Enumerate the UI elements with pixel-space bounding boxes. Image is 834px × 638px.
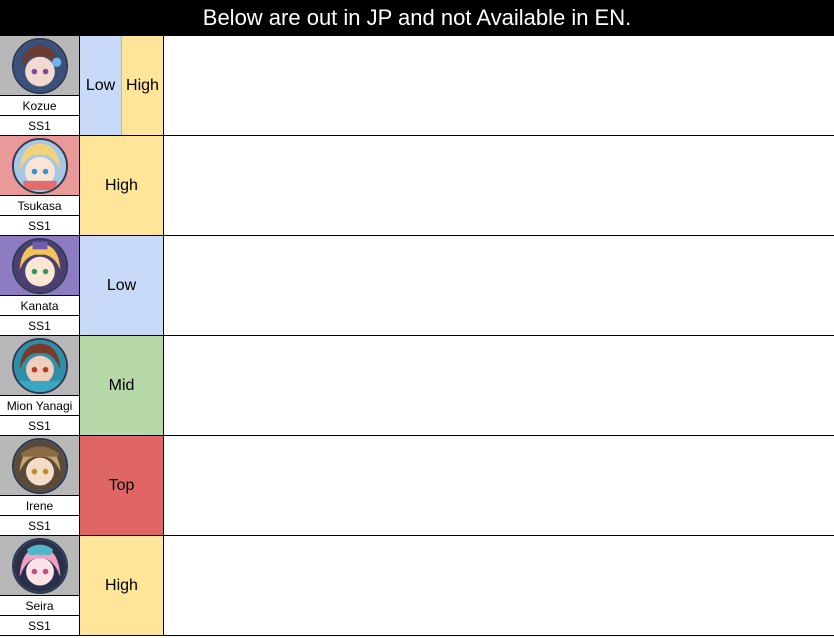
table-row: Tsukasa SS1 High <box>0 136 834 236</box>
rating-mid: Mid <box>80 336 163 435</box>
character-tier: SS1 <box>28 618 51 633</box>
rating-top: Top <box>80 436 163 535</box>
rating-low: Low <box>80 236 163 335</box>
rating-cell: Low <box>80 236 164 335</box>
notes-cell <box>164 136 834 235</box>
portrait-cell <box>0 536 79 596</box>
character-name: Mion Yanagi <box>0 396 79 416</box>
table-row: Kanata SS1 Low <box>0 236 834 336</box>
character-table: Kozue SS1 Low High Tsukasa SS1 High Kana… <box>0 36 834 636</box>
character-tier: SS1 <box>28 318 51 333</box>
notes-cell <box>164 336 834 435</box>
rating-high: High <box>80 536 163 635</box>
rating-cell: High <box>80 136 164 235</box>
portrait-cell <box>0 136 79 196</box>
rating-cell: Low High <box>80 36 164 135</box>
rating-cell: Top <box>80 436 164 535</box>
character-cell: Tsukasa SS1 <box>0 136 80 235</box>
rating-high: High <box>80 136 163 235</box>
character-tier: SS1 <box>28 418 51 433</box>
rating-low: Low <box>80 36 121 135</box>
character-cell: Irene SS1 <box>0 436 80 535</box>
character-name: Tsukasa <box>0 196 79 216</box>
page-title: Below are out in JP and not Available in… <box>202 5 632 30</box>
character-tier: SS1 <box>28 218 51 233</box>
character-cell: Kozue SS1 <box>0 36 80 135</box>
page-header: Below are out in JP and not Available in… <box>0 0 834 36</box>
avatar <box>11 337 68 394</box>
avatar <box>11 137 68 194</box>
character-cell: Kanata SS1 <box>0 236 80 335</box>
character-cell: Mion Yanagi SS1 <box>0 336 80 435</box>
notes-cell <box>164 236 834 335</box>
table-row: Kozue SS1 Low High <box>0 36 834 136</box>
table-row: Seira SS1 High <box>0 536 834 636</box>
avatar <box>11 237 68 294</box>
notes-cell <box>164 36 834 135</box>
portrait-cell <box>0 36 79 96</box>
rating-cell: Mid <box>80 336 164 435</box>
avatar <box>11 537 68 594</box>
avatar <box>11 37 68 94</box>
table-row: Irene SS1 Top <box>0 436 834 536</box>
character-name: Irene <box>0 496 79 516</box>
portrait-cell <box>0 336 79 396</box>
notes-cell <box>164 436 834 535</box>
table-row: Mion Yanagi SS1 Mid <box>0 336 834 436</box>
avatar <box>11 437 68 494</box>
notes-cell <box>164 536 834 635</box>
character-name: Kanata <box>0 296 79 316</box>
rating-cell: High <box>80 536 164 635</box>
portrait-cell <box>0 436 79 496</box>
character-tier: SS1 <box>28 118 51 133</box>
character-tier: SS1 <box>28 518 51 533</box>
portrait-cell <box>0 236 79 296</box>
rating-high: High <box>121 36 163 135</box>
character-cell: Seira SS1 <box>0 536 80 635</box>
character-name: Kozue <box>0 96 79 116</box>
character-name: Seira <box>0 596 79 616</box>
